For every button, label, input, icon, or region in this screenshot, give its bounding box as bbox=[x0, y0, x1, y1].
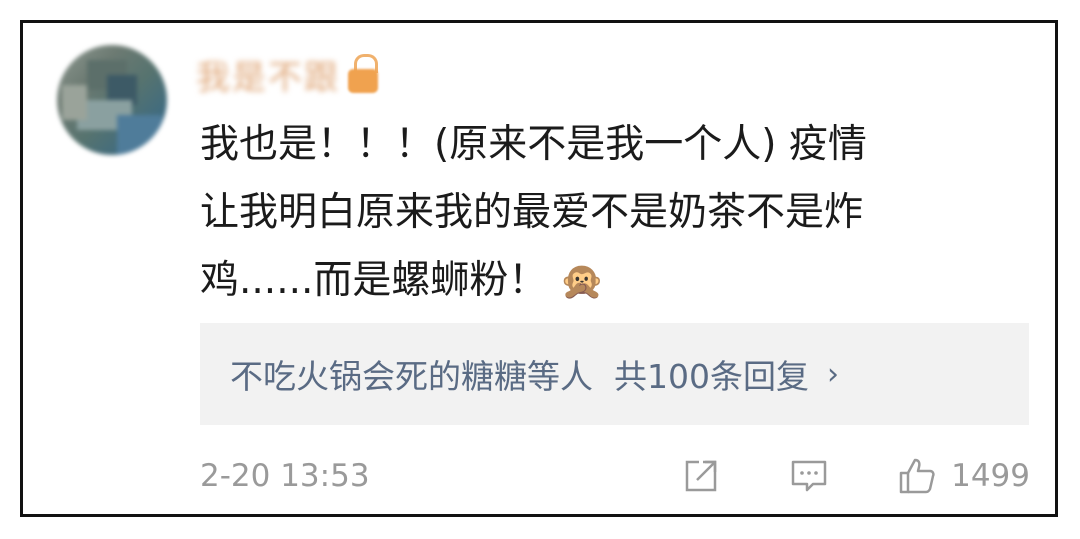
like-count: 1499 bbox=[951, 457, 1030, 494]
action-bar: 1499 bbox=[681, 456, 1030, 496]
username[interactable]: 我是不跟 bbox=[196, 49, 436, 99]
replies-link-text: 不吃火锅会死的糖糖等人 共100条回复 bbox=[230, 357, 809, 396]
like-icon[interactable] bbox=[897, 456, 937, 496]
username-text: 我是不跟 bbox=[196, 57, 340, 98]
comment-card: 我是不跟 我也是！！！(原来不是我一个人) 疫情 让我明白原来我的最爱不是奶茶不… bbox=[20, 20, 1058, 517]
avatar[interactable] bbox=[57, 45, 167, 155]
monkey-emoji-icon: 🙊 bbox=[559, 261, 605, 302]
lock-icon bbox=[346, 54, 380, 94]
comment-line-3: 鸡......而是螺蛳粉！ 🙊 bbox=[200, 247, 1030, 316]
share-icon[interactable] bbox=[681, 456, 721, 496]
comment-text: 我也是！！！(原来不是我一个人) 疫情 让我明白原来我的最爱不是奶茶不是炸 鸡.… bbox=[200, 111, 1030, 316]
comment-footer: 2-20 13:53 1499 bbox=[200, 448, 1030, 503]
comment-line-1: 我也是！！！(原来不是我一个人) 疫情 bbox=[200, 122, 867, 167]
replies-link[interactable]: 不吃火锅会死的糖糖等人 共100条回复 › bbox=[200, 323, 1029, 425]
comment-icon[interactable] bbox=[789, 456, 829, 496]
chevron-right-icon: › bbox=[826, 356, 839, 392]
timestamp: 2-20 13:53 bbox=[200, 457, 370, 494]
comment-line-2: 让我明白原来我的最爱不是奶茶不是炸 bbox=[200, 190, 864, 235]
comment-line-3-text: 鸡......而是螺蛳粉！ bbox=[200, 258, 548, 303]
